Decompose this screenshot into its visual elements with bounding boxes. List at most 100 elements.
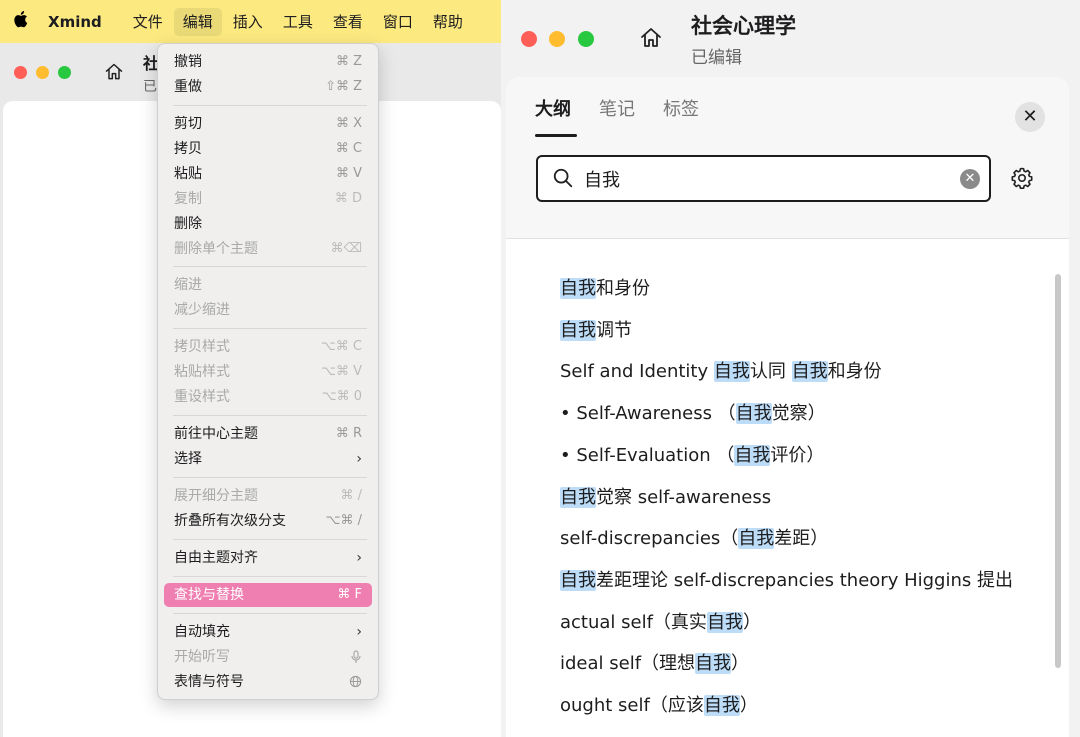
menu-bar: Xmind 文件 编辑 插入 工具 查看 窗口 帮助 (0, 0, 501, 43)
close-window-button[interactable] (521, 31, 537, 47)
menu-item-cut[interactable]: 剪切 ⌘ X (164, 112, 372, 136)
scrollbar[interactable] (1055, 274, 1061, 668)
result-text: 调节 (596, 319, 632, 341)
chevron-right-icon: › (356, 624, 362, 640)
app-name[interactable]: Xmind (48, 13, 102, 31)
search-result-item[interactable]: self-discrepancies（自我差距） (560, 526, 828, 552)
menu-item-reset-style[interactable]: 重设样式 ⌥⌘ 0 (164, 385, 372, 409)
search-result-item[interactable]: 自我觉察 self-awareness (560, 485, 771, 511)
zoom-window-button[interactable] (58, 66, 71, 79)
search-result-item[interactable]: Self and Identity 自我认同 自我和身份 (560, 359, 882, 385)
menu-item-autofill[interactable]: 自动填充 › (164, 620, 372, 644)
home-icon[interactable] (639, 26, 663, 50)
menu-item-label: 缩进 (174, 277, 202, 293)
menu-item-delete-single-topic[interactable]: 删除单个主题 ⌘⌫ (164, 237, 372, 261)
menu-item-label: 选择 (174, 451, 202, 467)
result-text: 差距） (774, 528, 829, 550)
menu-item-paste-style[interactable]: 粘贴样式 ⌥⌘ V (164, 360, 372, 384)
menu-window[interactable]: 窗口 (374, 8, 422, 36)
menu-item-expand-subtopics[interactable]: 展开细分主题 ⌘ / (164, 484, 372, 508)
search-input[interactable] (584, 165, 944, 193)
close-window-button[interactable] (14, 66, 27, 79)
microphone-icon (351, 650, 361, 663)
search-box: ✕ (536, 155, 991, 202)
menu-separator (173, 613, 367, 614)
menu-item-shortcut: ⌥⌘ 0 (321, 389, 362, 404)
menu-item-shortcut: ⌘ / (340, 488, 362, 503)
search-result-item[interactable]: • Self-Evaluation （自我评价） (560, 443, 824, 469)
menu-item-copy-style[interactable]: 拷贝样式 ⌥⌘ C (164, 335, 372, 359)
menu-separator (173, 477, 367, 478)
search-result-item[interactable]: 自我调节 (560, 318, 632, 344)
menu-help[interactable]: 帮助 (424, 8, 472, 36)
menu-item-label: 折叠所有次级分支 (174, 513, 286, 529)
menu-item-shortcut: ⌘ C (335, 141, 362, 156)
search-match-highlight: 自我 (695, 653, 732, 675)
menu-insert[interactable]: 插入 (224, 8, 272, 36)
search-match-highlight: 自我 (738, 528, 775, 550)
close-icon: ✕ (1022, 106, 1038, 127)
search-match-highlight: 自我 (703, 695, 740, 716)
menu-file[interactable]: 文件 (124, 8, 172, 36)
menu-item-emoji-symbols[interactable]: 表情与符号 (164, 670, 372, 694)
menu-item-collapse-branches[interactable]: 折叠所有次级分支 ⌥⌘ / (164, 509, 372, 533)
result-text: Self and Identity (560, 361, 714, 383)
menu-item-outdent[interactable]: 减少缩进 (164, 298, 372, 322)
menu-item-go-central-topic[interactable]: 前往中心主题 ⌘ R (164, 422, 372, 446)
menu-edit[interactable]: 编辑 (173, 7, 222, 36)
close-panel-button[interactable]: ✕ (1015, 102, 1045, 132)
apple-icon[interactable] (0, 10, 40, 33)
tab-labels[interactable]: 标签 (663, 95, 699, 121)
menu-item-copy[interactable]: 拷贝 ⌘ C (164, 137, 372, 161)
home-icon[interactable] (104, 62, 124, 82)
chevron-right-icon: › (356, 550, 362, 566)
tab-notes[interactable]: 笔记 (599, 95, 635, 121)
menu-view[interactable]: 查看 (324, 8, 372, 36)
outline-panel: 大纲 笔记 标签 ✕ ✕ 自我和身份自我调节Self and Identity … (506, 77, 1069, 737)
globe-icon (349, 675, 362, 688)
search-result-item[interactable]: 自我和身份 (560, 276, 650, 302)
menu-item-shortcut: ⌘ D (334, 191, 362, 206)
menu-separator (173, 415, 367, 416)
menu-item-label: 自由主题对齐 (174, 550, 258, 566)
menu-separator (173, 105, 367, 106)
search-match-highlight: 自我 (713, 361, 750, 383)
search-result-item[interactable]: ought self（应该自我） (560, 693, 758, 719)
menu-item-shortcut: ⌘⌫ (330, 241, 362, 256)
zoom-window-button[interactable] (578, 31, 594, 47)
menu-item-duplicate[interactable]: 复制 ⌘ D (164, 187, 372, 211)
menu-item-label: 查找与替换 (174, 587, 244, 603)
menu-item-delete[interactable]: 删除 (164, 212, 372, 236)
menu-item-paste[interactable]: 粘贴 ⌘ V (164, 162, 372, 186)
right-window: 社会心理学 已编辑 大纲 笔记 标签 ✕ ✕ 自我和身份自我调节Self and… (501, 0, 1080, 737)
menu-item-shortcut: ⌘ R (335, 426, 362, 441)
menu-item-label: 表情与符号 (174, 674, 244, 690)
result-text: 和身份 (596, 278, 650, 299)
menu-item-align-free-topics[interactable]: 自由主题对齐 › (164, 546, 372, 570)
minimize-window-button[interactable] (36, 66, 49, 79)
search-result-item[interactable]: actual self（真实自我） (560, 610, 761, 636)
menu-item-label: 减少缩进 (174, 302, 230, 318)
menu-item-redo[interactable]: 重做 ⇧⌘ Z (164, 75, 372, 99)
menu-item-shortcut: ⌘ X (335, 116, 362, 131)
menu-item-start-dictation[interactable]: 开始听写 (164, 645, 372, 669)
menu-item-select[interactable]: 选择 › (164, 447, 372, 471)
menu-item-undo[interactable]: 撤销 ⌘ Z (164, 50, 372, 74)
clear-search-button[interactable]: ✕ (960, 169, 980, 189)
search-match-highlight: 自我 (560, 569, 596, 591)
menu-item-find-replace[interactable]: 查找与替换 ⌘ F (164, 583, 372, 607)
result-text: 差距理论 self-discrepancies theory Higgins 提… (596, 569, 1013, 591)
menu-item-label: 复制 (174, 191, 202, 207)
search-result-item[interactable]: ideal self（理想自我） (560, 651, 749, 677)
menu-item-indent[interactable]: 缩进 (164, 273, 372, 297)
search-result-item[interactable]: • Self-Awareness （自我觉察） (560, 401, 826, 427)
left-window-subtitle: 已 (143, 79, 157, 95)
search-result-item[interactable]: 自我差距理论 self-discrepancies theory Higgins… (560, 568, 1013, 594)
gear-icon[interactable] (1010, 166, 1034, 190)
tab-outline[interactable]: 大纲 (535, 95, 571, 121)
search-match-highlight: 自我 (560, 486, 596, 508)
minimize-window-button[interactable] (549, 31, 565, 47)
menu-item-shortcut: ⌥⌘ C (320, 339, 362, 354)
menu-separator (173, 539, 367, 540)
menu-tools[interactable]: 工具 (274, 8, 322, 36)
